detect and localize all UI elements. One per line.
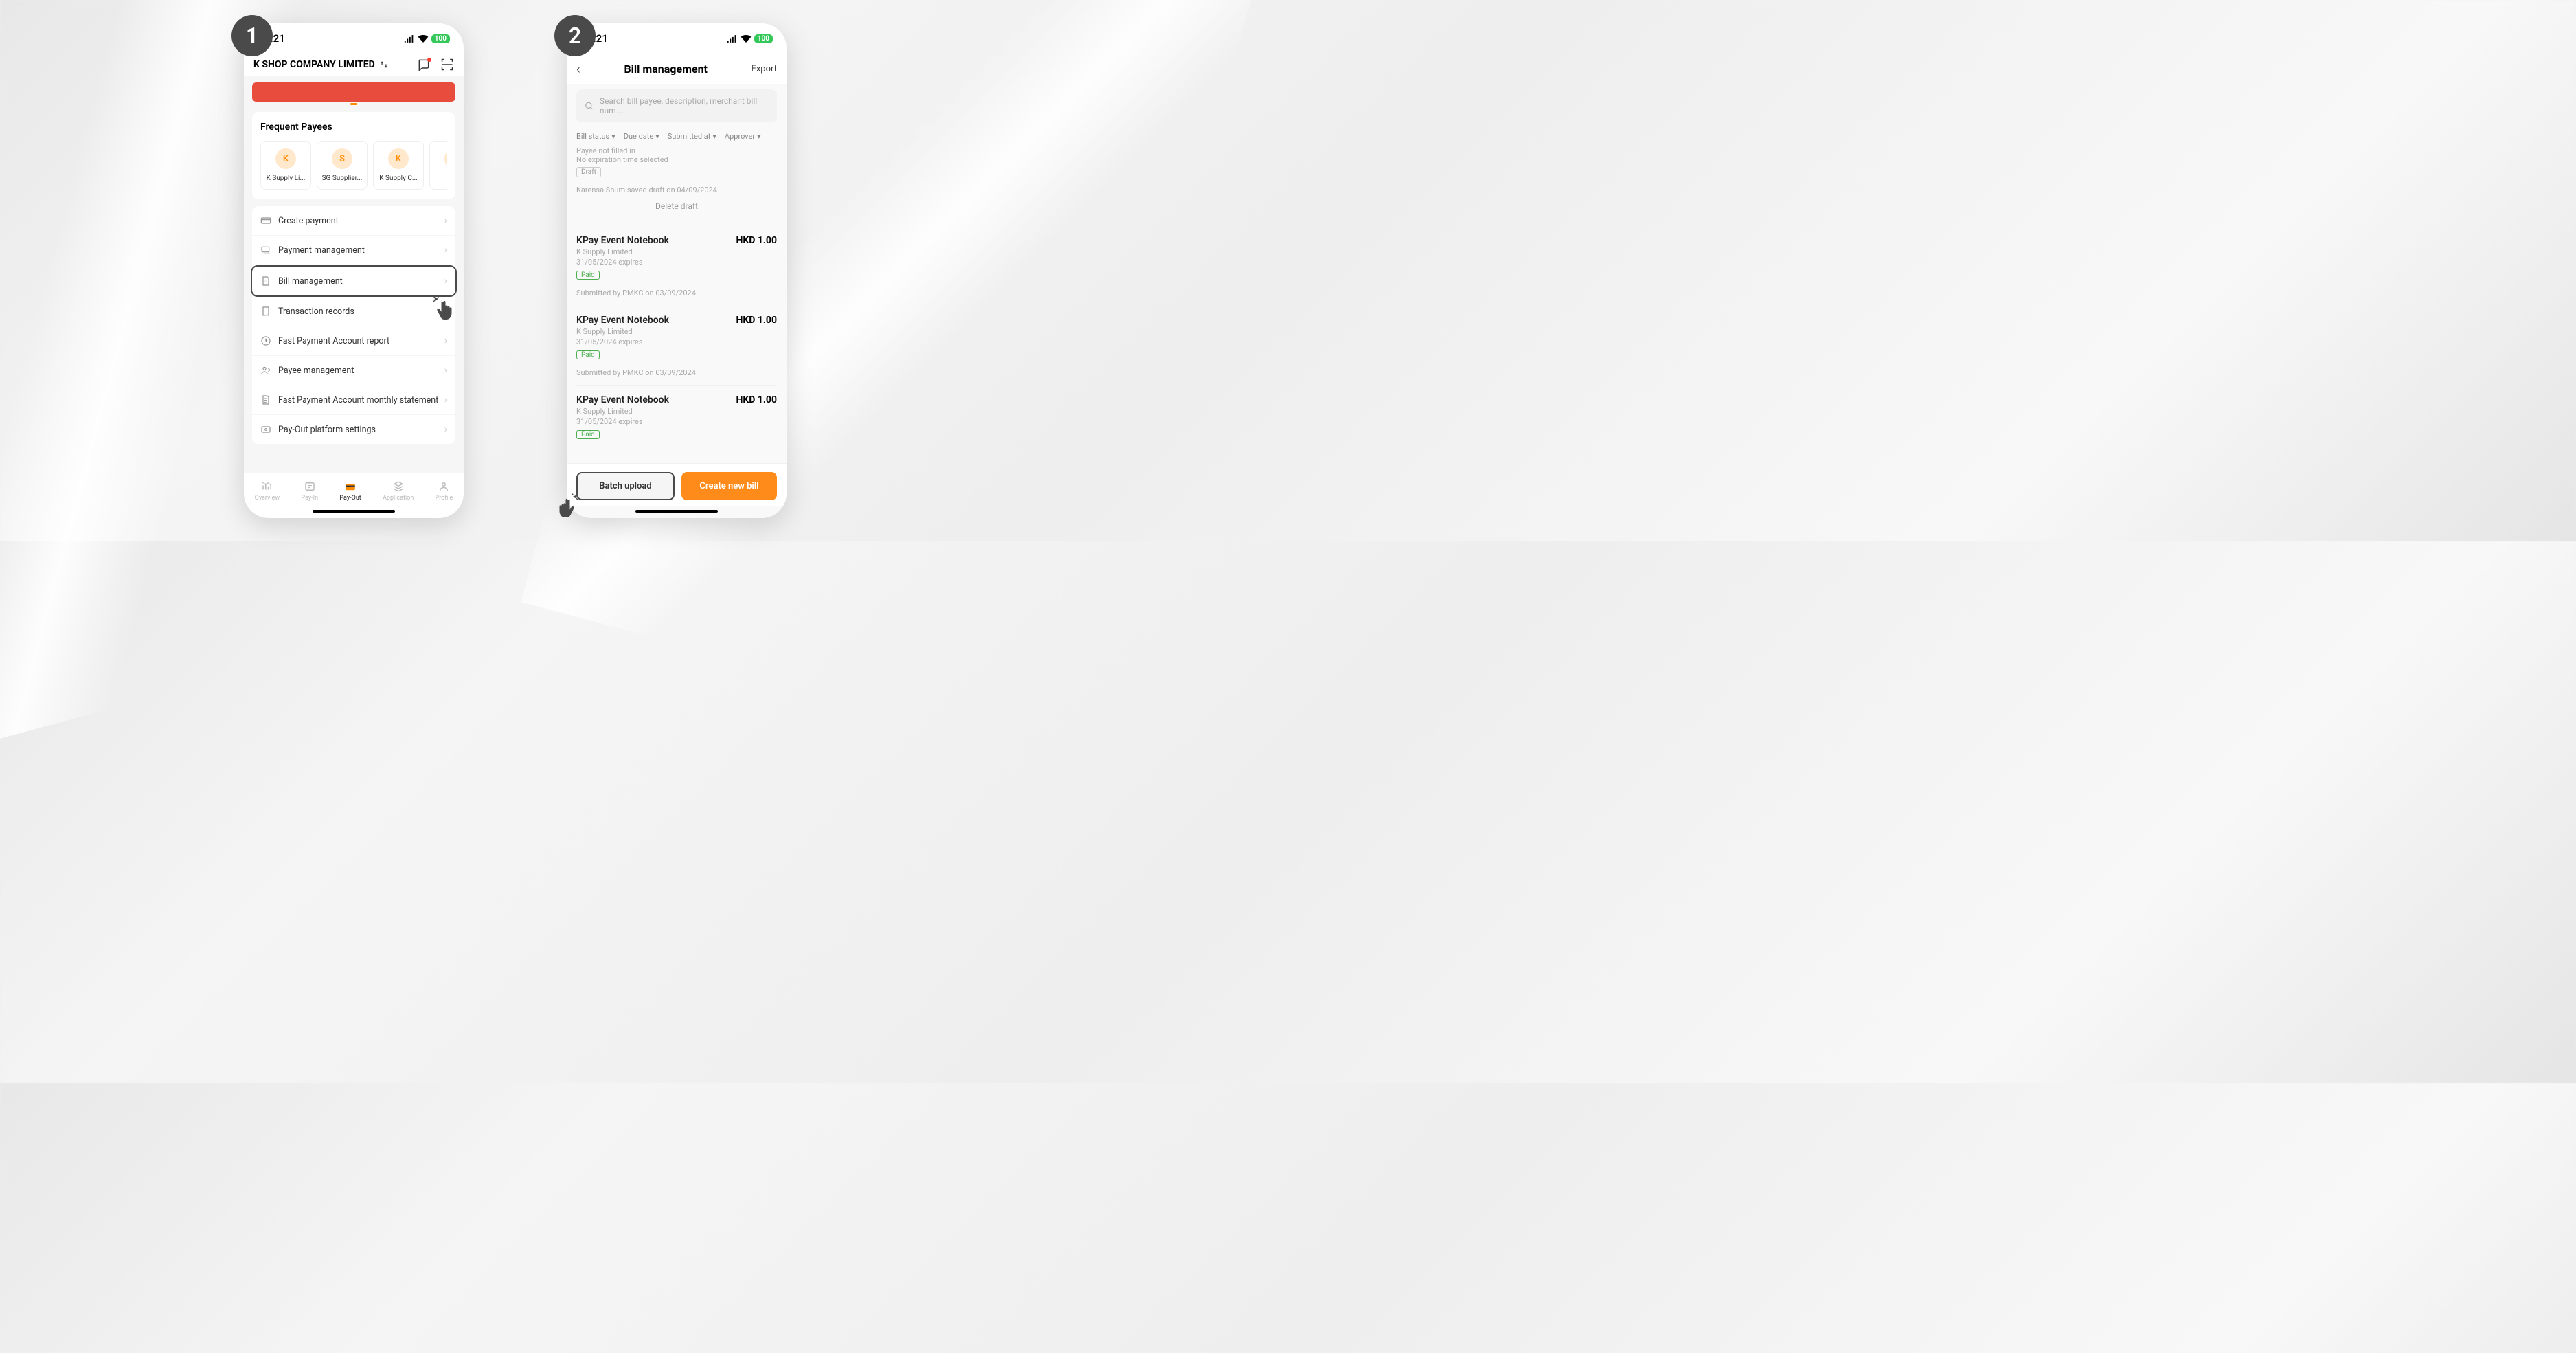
status-badge: Paid [576,350,600,359]
draft-badge: Draft [576,167,601,177]
batch-upload-button[interactable]: Batch upload [576,472,675,500]
nav-application[interactable]: Application [383,480,414,502]
click-cursor-icon [430,293,463,326]
users-icon [260,365,271,376]
payment-icon [260,215,271,226]
bottom-nav: Overview Pay-In Pay-Out Application Prof… [244,473,464,506]
battery-indicator: 100 [431,34,450,43]
alert-banner[interactable] [252,82,455,102]
menu-fast-report[interactable]: Fast Payment Account report › [252,326,455,356]
cards-icon [260,245,271,256]
step-badge-2: 2 [554,15,596,56]
payin-icon [303,480,317,493]
step-badge-1: 1 [231,15,273,56]
chevron-right-icon: › [444,335,447,346]
menu-payee-management[interactable]: Payee management › [252,356,455,385]
overview-icon [260,480,274,493]
bill-item[interactable]: KPay Event Notebook K Supply Limited 31/… [576,306,777,386]
filter-due-date[interactable]: Due date ▾ [624,132,659,141]
back-button[interactable]: ‹ [576,60,580,77]
payee-item[interactable]: K K Supply C... [373,141,424,190]
receipt-icon [260,306,271,317]
profile-icon [437,480,451,493]
company-switcher[interactable]: K SHOP COMPANY LIMITED [253,59,389,70]
payee-item[interactable]: S SG Supplier... [317,141,368,190]
nav-pay-out[interactable]: Pay-Out [339,480,361,502]
app-header: K SHOP COMPANY LIMITED [244,54,464,76]
scan-icon[interactable] [440,58,454,71]
phone-screen-2: 2:21 100 ‹ Bill management Export Search… [567,23,787,518]
settings-icon [260,424,271,435]
signal-icon [404,35,415,43]
application-icon [392,480,405,493]
payout-icon [343,480,357,493]
menu-payment-management[interactable]: Payment management › [252,236,455,265]
payee-item[interactable]: K K Supply Li... [260,141,311,190]
notification-icon[interactable] [417,58,431,71]
payee-item[interactable]: I Dick [429,141,447,190]
statement-icon [260,394,271,405]
filter-approver[interactable]: Approver ▾ [725,132,761,141]
chevron-right-icon: › [444,245,447,256]
page-title: Bill management [624,63,708,76]
status-bar: 2:21 100 [567,23,787,54]
wifi-icon [418,35,429,43]
status-badge: Paid [576,430,600,439]
status-bar: 2:21 100 [244,23,464,54]
menu-monthly-statement[interactable]: Fast Payment Account monthly statement › [252,385,455,415]
menu-payout-settings[interactable]: Pay-Out platform settings › [252,415,455,444]
filter-bill-status[interactable]: Bill status ▾ [576,132,615,141]
home-indicator [313,510,395,513]
clock-icon [260,335,271,346]
filter-submitted-at[interactable]: Submitted at ▾ [668,132,716,141]
signal-icon [727,35,738,43]
document-icon [260,276,271,287]
chevron-right-icon: › [444,424,447,435]
nav-overview[interactable]: Overview [255,480,280,502]
chevron-down-icon: ▾ [757,132,761,141]
nav-pay-in[interactable]: Pay-In [301,480,318,502]
battery-indicator: 100 [754,34,773,43]
wifi-icon [741,35,752,43]
frequent-payees-title: Frequent Payees [260,122,447,133]
chevron-down-icon: ▾ [655,132,659,141]
search-icon [585,101,594,111]
phone-screen-1: 2:21 100 K SHOP COMPANY LIMITED [244,23,464,518]
menu-bill-management[interactable]: Bill management › [251,265,457,297]
chevron-down-icon: ▾ [611,132,615,141]
chevron-right-icon: › [444,365,447,376]
bill-item[interactable]: KPay Event Notebook K Supply Limited 31/… [576,386,777,451]
page-indicator [350,103,357,105]
chevron-right-icon: › [444,215,447,226]
draft-bill-card[interactable]: Payee not filled in No expiration time s… [576,144,777,221]
click-cursor-icon [548,491,581,524]
bill-item[interactable]: KPay Event Notebook K Supply Limited 31/… [576,227,777,306]
export-button[interactable]: Export [751,64,777,74]
switch-icon [379,60,389,69]
home-indicator [635,510,718,513]
create-new-bill-button[interactable]: Create new bill [681,472,777,500]
menu-create-payment[interactable]: Create payment › [252,206,455,236]
frequent-payees-card: Frequent Payees K K Supply Li... S SG Su… [252,112,455,199]
search-input[interactable]: Search bill payee, description, merchant… [576,89,777,122]
chevron-right-icon: › [444,394,447,405]
menu-transaction-records[interactable]: Transaction records › [252,297,455,326]
delete-draft-button[interactable]: Delete draft [576,194,777,214]
chevron-down-icon: ▾ [712,132,716,141]
page-header: ‹ Bill management Export [567,54,787,84]
chevron-right-icon: › [444,276,447,287]
nav-profile[interactable]: Profile [436,480,453,502]
status-badge: Paid [576,271,600,280]
